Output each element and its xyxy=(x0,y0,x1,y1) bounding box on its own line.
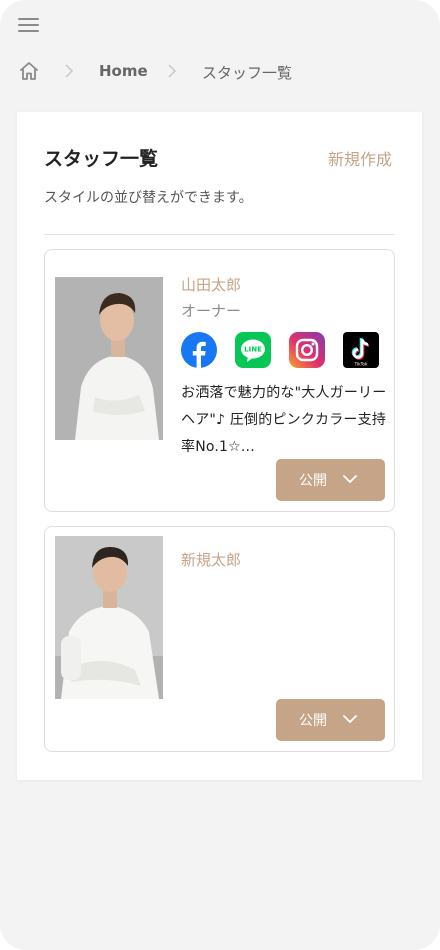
page-title: スタッフ一覧 xyxy=(44,148,159,170)
staff-name: 山田太郎 xyxy=(181,276,242,294)
chevron-right-icon xyxy=(65,64,74,78)
facebook-icon[interactable] xyxy=(181,332,217,368)
status-label: 公開 xyxy=(299,473,327,489)
page-description: スタイルの並び替えができます。 xyxy=(44,190,253,206)
hamburger-menu-icon[interactable] xyxy=(18,16,40,34)
chevron-down-icon xyxy=(342,474,358,484)
sns-links: LINE TikTok xyxy=(181,332,391,368)
tiktok-icon[interactable]: TikTok xyxy=(343,332,379,368)
chevron-right-icon xyxy=(168,64,177,78)
staff-photo xyxy=(55,536,163,699)
divider xyxy=(44,234,395,235)
staff-photo xyxy=(55,277,163,440)
create-new-link[interactable]: 新規作成 xyxy=(328,146,392,170)
chevron-down-icon xyxy=(342,714,358,724)
staff-card[interactable]: 新規太郎 公開 xyxy=(44,526,395,752)
breadcrumb: Home スタッフ一覧 xyxy=(0,56,440,88)
svg-text:TikTok: TikTok xyxy=(354,362,368,367)
instagram-icon[interactable] xyxy=(289,332,325,368)
publish-status-dropdown[interactable]: 公開 xyxy=(276,459,385,501)
publish-status-dropdown[interactable]: 公開 xyxy=(276,699,385,741)
staff-name: 新規太郎 xyxy=(181,551,242,569)
breadcrumb-home-link[interactable]: Home xyxy=(99,62,148,80)
staff-list-panel: スタッフ一覧 新規作成 スタイルの並び替えができます。 山田太郎 オーナー LI… xyxy=(17,112,422,780)
line-icon[interactable]: LINE xyxy=(235,332,271,368)
breadcrumb-current: スタッフ一覧 xyxy=(202,64,293,82)
staff-role: オーナー xyxy=(181,302,242,320)
staff-card[interactable]: 山田太郎 オーナー LINE TikTok お洒落で魅力的な"大人ガーリーヘア"… xyxy=(44,249,395,512)
home-icon[interactable] xyxy=(18,60,40,82)
app-screen: Home スタッフ一覧 スタッフ一覧 新規作成 スタイルの並び替えができます。 xyxy=(0,0,440,950)
status-label: 公開 xyxy=(299,713,327,729)
staff-description: お洒落で魅力的な"大人ガーリーヘア"♪ 圧倒的ピンクカラー支持率No.1☆... xyxy=(181,385,387,455)
svg-text:LINE: LINE xyxy=(244,346,262,354)
